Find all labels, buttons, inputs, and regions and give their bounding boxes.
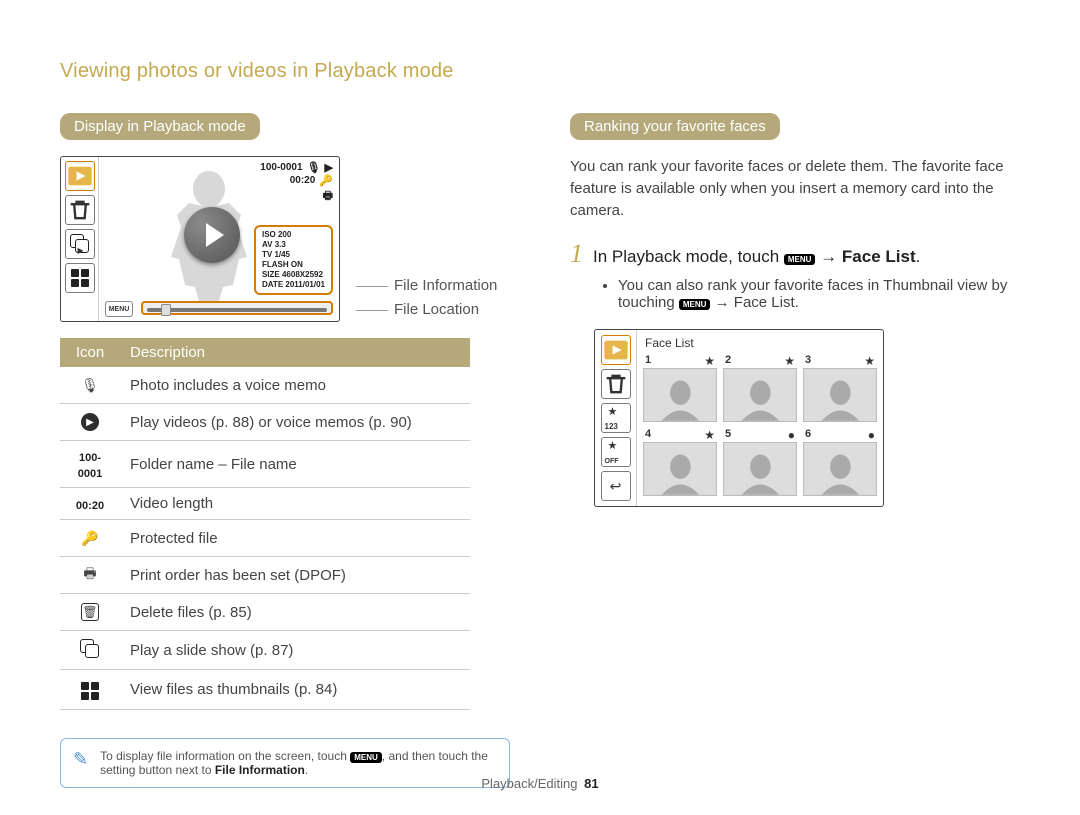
menu-key-icon: MENU: [350, 752, 382, 763]
step-sub: You can also rank your favorite faces in…: [618, 277, 1020, 311]
step-number: 1: [570, 239, 583, 269]
th-icon: Icon: [60, 338, 120, 367]
video-length-text: 00:20: [290, 175, 316, 186]
playback-icon[interactable]: [65, 161, 95, 191]
star-icon: ★: [704, 354, 715, 368]
thumbnails-icon[interactable]: [65, 263, 95, 293]
face-cell[interactable]: 6●: [803, 428, 877, 496]
play-mini-icon: ▶: [325, 161, 333, 174]
table-row: View files as thumbnails (p. 84): [60, 670, 470, 710]
lock-icon: 🔑: [79, 527, 101, 549]
table-row: ▶Play videos (p. 88) or voice memos (p. …: [60, 404, 470, 441]
table-row: Play a slide show (p. 87): [60, 631, 470, 670]
printer-icon: 🖶: [323, 187, 333, 206]
slideshow-icon: [79, 638, 101, 660]
dot-icon: ●: [788, 428, 795, 442]
voice-memo-icon: 🎙: [79, 374, 101, 396]
dot-icon: ●: [868, 428, 875, 442]
trash-icon[interactable]: [601, 369, 631, 399]
folder-file-icon: 100-0001: [78, 452, 102, 480]
face-portrait: [723, 442, 797, 496]
seek-bar[interactable]: [141, 301, 333, 315]
icon-description-table: Icon Description 🎙Photo includes a voice…: [60, 338, 470, 710]
file-header: 100-0001 🎙 ▶ 00:20 🔑 🖶: [260, 161, 333, 206]
page-title: Viewing photos or videos in Playback mod…: [60, 60, 1020, 83]
face-list-screen: ★123 ★OFF ↩ Face List 1★2★3★4★5●6●: [594, 329, 884, 507]
star-off-icon[interactable]: ★OFF: [601, 437, 631, 467]
printer-icon: 🖶: [79, 564, 101, 586]
face-rank-number: 5: [725, 428, 731, 440]
face-cell[interactable]: 4★: [643, 428, 717, 496]
intro-text: You can rank your favorite faces or dele…: [570, 156, 1020, 221]
face-rank-number: 1: [645, 354, 651, 366]
table-row: 100-0001Folder name – File name: [60, 441, 470, 488]
face-cell[interactable]: 3★: [803, 354, 877, 422]
rank-icon[interactable]: ★123: [601, 403, 631, 433]
folder-file-text: 100-0001: [260, 162, 302, 173]
play-circle-icon: ▶: [79, 411, 101, 433]
face-portrait: [643, 442, 717, 496]
table-row: 00:20Video length: [60, 488, 470, 520]
face-cell[interactable]: 2★: [723, 354, 797, 422]
face-portrait: [803, 368, 877, 422]
star-icon: ★: [704, 428, 715, 442]
trash-icon: 🗑: [79, 601, 101, 623]
star-icon: ★: [864, 354, 875, 368]
table-row: 🗑Delete files (p. 85): [60, 594, 470, 631]
face-portrait: [643, 368, 717, 422]
menu-key-icon: MENU: [679, 299, 711, 310]
info-icon: ✎: [73, 749, 88, 770]
face-list-title: Face List: [645, 336, 877, 350]
lock-icon: 🔑: [319, 174, 333, 187]
slideshow-icon[interactable]: ▶: [65, 229, 95, 259]
step-1: 1 In Playback mode, touch MENU → Face Li…: [570, 239, 1020, 269]
menu-key-icon: MENU: [784, 254, 816, 265]
face-rank-number: 2: [725, 354, 731, 366]
star-icon: ★: [784, 354, 795, 368]
section-heading-display: Display in Playback mode: [60, 113, 260, 140]
thumbnails-icon: [79, 680, 101, 702]
face-cell[interactable]: 1★: [643, 354, 717, 422]
face-rank-number: 3: [805, 354, 811, 366]
playback-icon[interactable]: [601, 335, 631, 365]
callout-file-location: File Location: [356, 298, 497, 322]
face-portrait: [723, 368, 797, 422]
callout-file-information: File Information: [356, 274, 497, 298]
back-icon[interactable]: ↩: [601, 471, 631, 501]
th-desc: Description: [120, 338, 470, 367]
menu-button[interactable]: MENU: [105, 301, 133, 317]
page-footer: Playback/Editing 81: [0, 776, 1080, 791]
section-heading-ranking: Ranking your favorite faces: [570, 113, 780, 140]
voice-memo-icon: 🎙: [307, 161, 321, 174]
table-row: 🖶Print order has been set (DPOF): [60, 557, 470, 594]
face-rank-number: 6: [805, 428, 811, 440]
table-row: 🔑Protected file: [60, 520, 470, 557]
face-cell[interactable]: 5●: [723, 428, 797, 496]
playback-screen: ▶ 100-0001 🎙 ▶: [60, 156, 340, 322]
video-length-icon: 00:20: [76, 500, 104, 512]
play-button[interactable]: [184, 207, 240, 263]
trash-icon[interactable]: [65, 195, 95, 225]
face-portrait: [803, 442, 877, 496]
file-information-box: ISO 200 AV 3.3 TV 1/45 FLASH ON SIZE 460…: [254, 225, 333, 295]
table-row: 🎙Photo includes a voice memo: [60, 367, 470, 404]
face-rank-number: 4: [645, 428, 651, 440]
